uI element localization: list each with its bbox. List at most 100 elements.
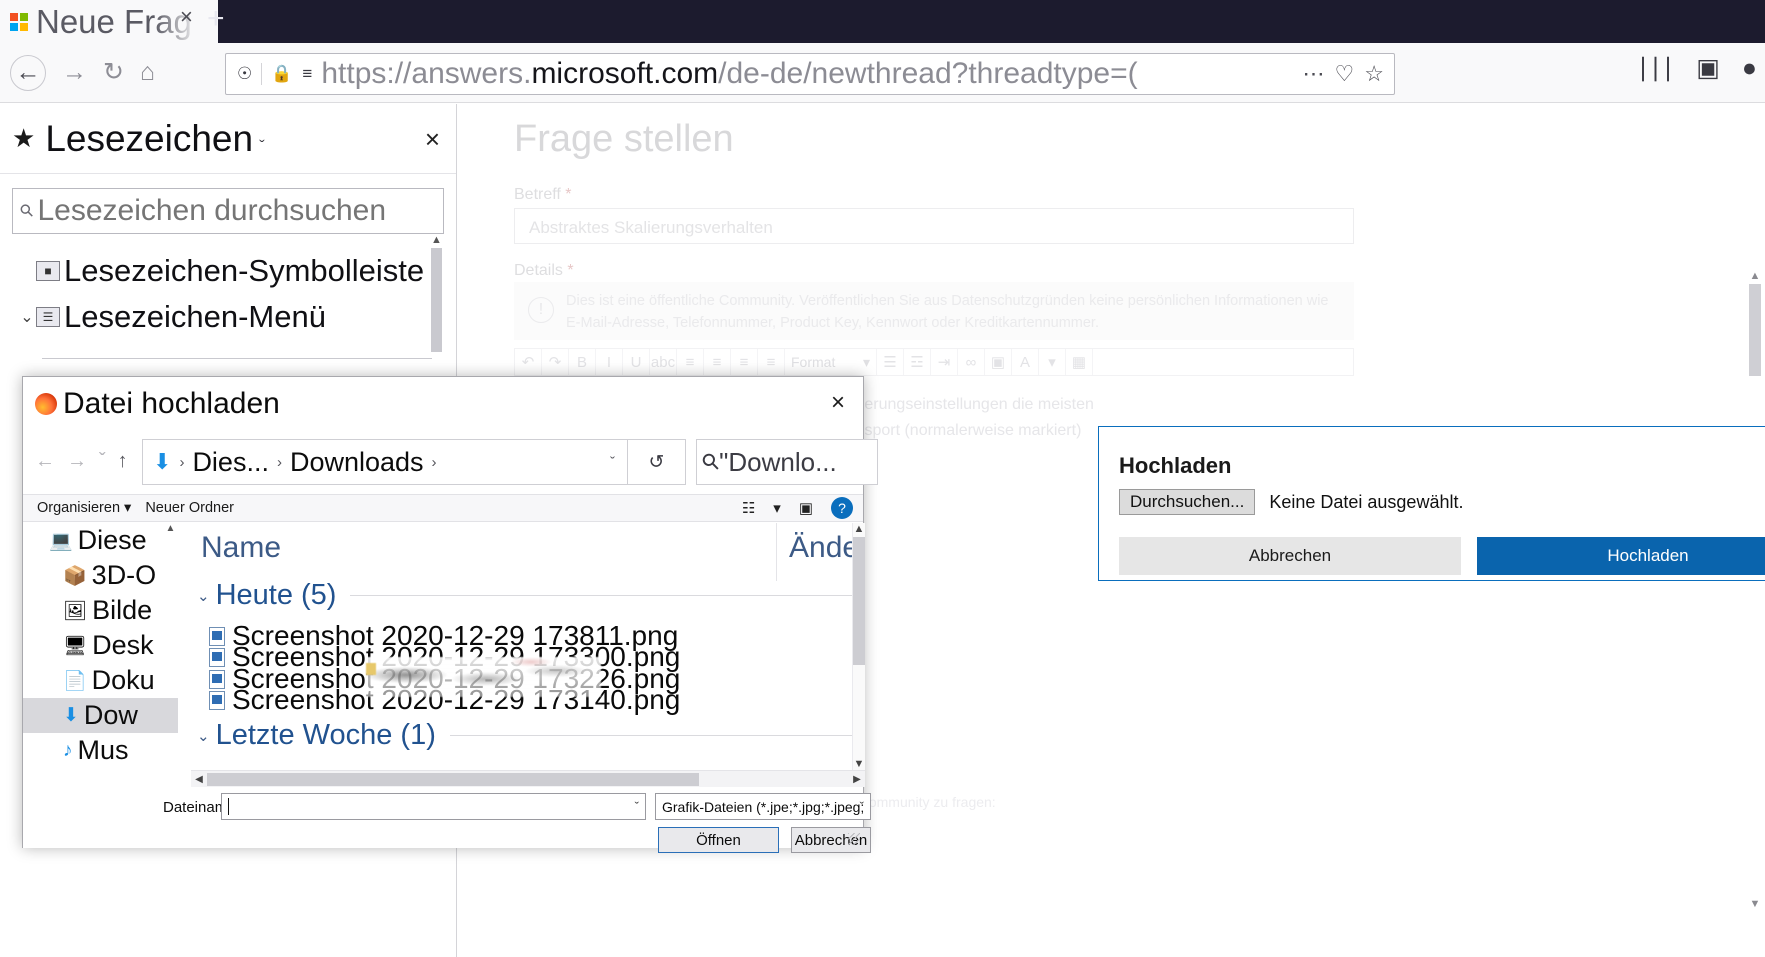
reload-icon[interactable]: ↻ [103, 60, 124, 85]
redo-icon[interactable]: ↷ [542, 349, 569, 375]
underline-icon[interactable]: U [623, 349, 650, 375]
chevron-down-icon[interactable]: ▾ [773, 499, 781, 517]
file-list-hscrollbar[interactable]: ◀ ▶ [191, 770, 865, 787]
open-button[interactable]: Öffnen [658, 827, 779, 853]
permissions-icon[interactable]: ≡ [302, 64, 312, 84]
align-left-icon[interactable]: ≡ [677, 349, 704, 375]
chevron-down-icon[interactable]: ˇ [610, 454, 615, 471]
bookmarks-tree-item[interactable]: ■ Lesezeichen-Symbolleiste [18, 248, 456, 294]
bookmarks-search[interactable]: ⚲ [12, 188, 444, 234]
place-item-downloads[interactable]: ⬇ Dow [23, 698, 178, 733]
scroll-right-icon[interactable]: ▶ [849, 774, 865, 785]
organize-button[interactable]: Organisieren ▾ [37, 500, 131, 516]
file-search-input[interactable]: ⚲ "Downlo... [696, 439, 878, 485]
place-item-documents[interactable]: 📄 Doku [23, 663, 178, 698]
filetype-select[interactable]: Grafik-Dateien (*.jpe;*.jpg;*.jpeg;*.gif… [655, 793, 871, 820]
close-icon[interactable]: × [831, 389, 845, 417]
view-list-icon[interactable]: ☷ [742, 499, 755, 517]
scroll-up-icon[interactable]: ▲ [853, 523, 865, 535]
bookmarks-scrollbar[interactable]: ▲ [431, 234, 442, 364]
scroll-up-icon[interactable]: ▲ [431, 234, 442, 246]
scroll-down-icon[interactable]: ▼ [1749, 898, 1761, 910]
places-scrollbar[interactable]: ▲ [165, 523, 176, 770]
back-icon[interactable]: ← [35, 450, 55, 473]
scroll-left-icon[interactable]: ◀ [191, 774, 207, 785]
page-scrollbar[interactable]: ▲ ▼ [1749, 270, 1761, 910]
chevron-down-icon[interactable]: ▾ [1039, 349, 1066, 375]
file-group-header[interactable]: ⌄ Heute (5) [197, 579, 865, 612]
column-header-name[interactable]: Name [201, 531, 281, 565]
bold-icon[interactable]: B [569, 349, 596, 375]
scrollbar-thumb[interactable] [431, 248, 442, 352]
places-tree: 💻 Diese 📦 3D-O 🖼 Bilde 🖥 Desk 📄 Doku ⬇ D… [23, 523, 178, 770]
bookmarks-tree-item[interactable]: ⌄ ☰ Lesezeichen-Menü [18, 294, 456, 340]
scrollbar-thumb[interactable] [853, 537, 865, 665]
filename-input[interactable]: ˇ [221, 793, 646, 820]
place-item-pictures[interactable]: 🖼 Bilde [23, 593, 178, 628]
chevron-down-icon[interactable]: ⌄ [197, 587, 210, 605]
lock-icon[interactable]: 🔒 [271, 64, 292, 84]
resize-grip[interactable] [848, 833, 860, 845]
chevron-down-icon[interactable]: ˇ [635, 799, 639, 814]
numbered-list-icon[interactable]: ☲ [904, 349, 931, 375]
bullet-list-icon[interactable]: ☰ [877, 349, 904, 375]
more-icon[interactable]: ⋯ [1303, 61, 1325, 87]
subject-input[interactable]: Abstraktes Skalierungsverhalten [514, 208, 1354, 244]
upload-button[interactable]: Hochladen [1477, 537, 1765, 575]
browse-button[interactable]: Durchsuchen... [1119, 489, 1256, 515]
chevron-down-icon[interactable]: ⌄ [197, 727, 210, 745]
address-bar[interactable]: ☉ 🔒 ≡ https://answers.microsoft.com/de-d… [225, 53, 1395, 95]
chevron-down-icon[interactable]: ˇ [259, 137, 265, 157]
scroll-down-icon[interactable]: ▼ [853, 758, 865, 770]
shield-icon[interactable]: ☉ [237, 64, 252, 84]
cancel-button[interactable]: Abbrechen [1119, 537, 1461, 575]
strikethrough-icon[interactable]: abc [650, 349, 677, 375]
close-icon[interactable]: × [425, 124, 440, 155]
image-icon[interactable]: ▣ [985, 349, 1012, 375]
new-folder-button[interactable]: Neuer Ordner [145, 500, 234, 516]
breadcrumb-item-0[interactable]: Dies... [192, 447, 269, 478]
forward-icon[interactable]: → [67, 450, 87, 473]
hscrollbar-thumb[interactable] [207, 772, 699, 786]
back-icon[interactable]: ← [10, 54, 46, 91]
align-center-icon[interactable]: ≡ [704, 349, 731, 375]
place-item-music[interactable]: ♪ Mus [23, 733, 178, 768]
text-color-icon[interactable]: A [1012, 349, 1039, 375]
align-justify-icon[interactable]: ≡ [758, 349, 785, 375]
bookmarks-search-input[interactable] [37, 194, 435, 228]
recent-locations-icon[interactable]: ˇ [99, 450, 106, 473]
up-icon[interactable]: ↑ [118, 450, 128, 473]
undo-icon[interactable]: ↶ [515, 349, 542, 375]
pocket-icon[interactable]: ♡ [1335, 61, 1355, 87]
refresh-button[interactable]: ↺ [628, 439, 686, 485]
breadcrumb-item-1[interactable]: Downloads [290, 447, 424, 478]
close-icon[interactable]: × [180, 4, 193, 30]
place-item-3d-objects[interactable]: 📦 3D-O [23, 558, 178, 593]
table-icon[interactable]: ▦ [1066, 349, 1093, 375]
scroll-up-icon[interactable]: ▲ [1749, 270, 1761, 282]
home-icon[interactable]: ⌂ [140, 60, 155, 85]
link-icon[interactable]: ∞ [958, 349, 985, 375]
library-icon[interactable]: ∣∣∣ [1637, 53, 1675, 83]
new-tab-button[interactable]: + [207, 2, 225, 36]
file-list-scrollbar[interactable]: ▲ ▼ [852, 523, 865, 770]
indent-icon[interactable]: ⇥ [931, 349, 958, 375]
column-header-date[interactable]: Ände [789, 531, 859, 565]
breadcrumb[interactable]: ⬇ › Dies... › Downloads › ˇ [142, 439, 628, 485]
align-right-icon[interactable]: ≡ [731, 349, 758, 375]
scrollbar-thumb[interactable] [1749, 284, 1761, 376]
account-icon[interactable]: ● [1742, 54, 1757, 83]
forward-icon[interactable]: → [62, 60, 87, 85]
place-item-desktop[interactable]: 🖥 Desk [23, 628, 178, 663]
expander-icon[interactable]: ⌄ [18, 307, 36, 327]
preview-pane-icon[interactable]: ▣ [799, 499, 813, 517]
chevron-down-icon[interactable]: ˇ [860, 799, 864, 814]
sidebar-toggle-icon[interactable]: ▣ [1696, 53, 1720, 83]
file-group-header[interactable]: ⌄ Letzte Woche (1) [197, 719, 865, 752]
italic-icon[interactable]: I [596, 349, 623, 375]
scroll-up-icon[interactable]: ▲ [165, 523, 176, 534]
bookmark-star-icon[interactable]: ☆ [1364, 61, 1384, 87]
help-icon[interactable]: ? [831, 497, 853, 519]
place-item-this-pc[interactable]: 💻 Diese [23, 523, 178, 558]
format-dropdown[interactable]: Format ▾ [785, 349, 877, 375]
